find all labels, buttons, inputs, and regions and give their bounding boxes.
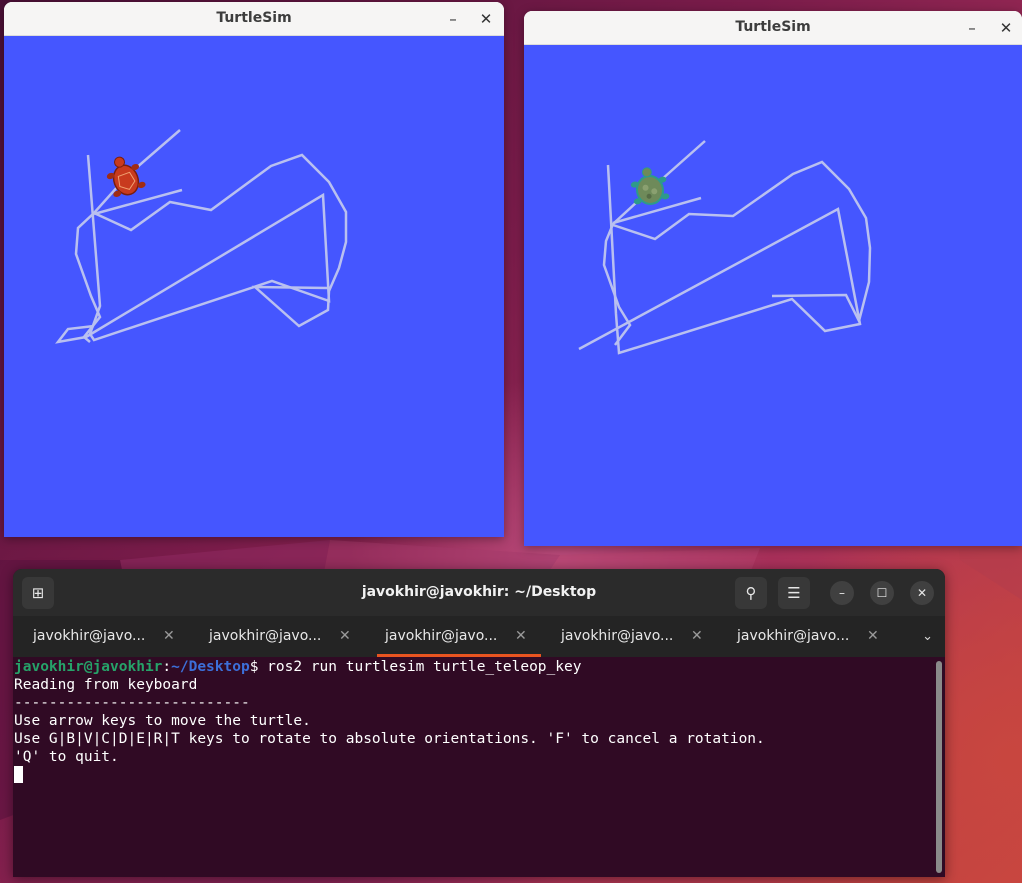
tab-label: javokhir@javo... xyxy=(209,628,322,644)
output-line: --------------------------- xyxy=(14,695,250,711)
tab-close-icon[interactable]: ✕ xyxy=(163,616,175,657)
text-cursor xyxy=(14,766,23,783)
close-icon: ✕ xyxy=(916,586,928,600)
terminal-headerbar[interactable]: ⊞ javokhir@javokhir: ~/Desktop ⚲ ☰ – ☐ ✕ xyxy=(13,569,945,616)
maximize-button[interactable]: ☐ xyxy=(870,581,894,605)
prompt-command: ros2 run turtlesim turtle_teleop_key xyxy=(258,659,582,675)
close-icon[interactable]: ✕ xyxy=(475,8,497,30)
turtle-canvas-svg xyxy=(55,129,348,344)
tab-label: javokhir@javo... xyxy=(385,628,498,644)
terminal-tab[interactable]: javokhir@javo... ✕ xyxy=(717,616,893,657)
turtle-canvas-svg xyxy=(578,140,872,355)
prompt-line: javokhir@javokhir:~/Desktop$ ros2 run tu… xyxy=(14,658,581,676)
window-title: TurtleSim xyxy=(735,19,811,35)
chevron-down-icon[interactable]: ⌄ xyxy=(922,616,933,657)
minimize-button[interactable]: – xyxy=(830,581,854,605)
terminal-tab[interactable]: javokhir@javo... ✕ xyxy=(189,616,365,657)
output-line: 'Q' to quit. xyxy=(14,749,119,765)
tab-close-icon[interactable]: ✕ xyxy=(339,616,351,657)
minimize-icon[interactable]: – xyxy=(442,8,464,30)
turtle-icon xyxy=(106,156,146,197)
prompt-user-host: javokhir@javokhir xyxy=(14,659,163,675)
hamburger-menu-icon: ☰ xyxy=(787,584,801,602)
tab-label: javokhir@javo... xyxy=(737,628,850,644)
turtlesim-window-2[interactable]: TurtleSim – ✕ xyxy=(524,11,1022,546)
turtle-canvas xyxy=(524,45,1022,546)
output-line: Use G|B|V|C|D|E|R|T keys to rotate to ab… xyxy=(14,731,765,747)
terminal-tab[interactable]: javokhir@javo... ✕ xyxy=(13,616,189,657)
turtle-trail xyxy=(74,129,181,343)
tab-label: javokhir@javo... xyxy=(561,628,674,644)
turtle-trail xyxy=(578,164,862,355)
prompt-path: ~/Desktop xyxy=(171,659,250,675)
window-titlebar[interactable]: TurtleSim – ✕ xyxy=(4,2,504,36)
tab-close-icon[interactable]: ✕ xyxy=(691,616,703,657)
menu-button[interactable]: ☰ xyxy=(778,577,810,609)
terminal-window[interactable]: ⊞ javokhir@javokhir: ~/Desktop ⚲ ☰ – ☐ ✕… xyxy=(13,569,945,877)
close-icon[interactable]: ✕ xyxy=(995,17,1017,39)
terminal-tab-bar: javokhir@javo... ✕ javokhir@javo... ✕ ja… xyxy=(13,616,945,657)
search-button[interactable]: ⚲ xyxy=(735,577,767,609)
terminal-tab[interactable]: javokhir@javo... ✕ xyxy=(541,616,717,657)
window-title: TurtleSim xyxy=(216,10,292,26)
minimize-icon: – xyxy=(839,586,845,600)
terminal-output[interactable]: javokhir@javokhir:~/Desktop$ ros2 run tu… xyxy=(13,657,945,877)
minimize-icon[interactable]: – xyxy=(961,17,983,39)
output-line: Use arrow keys to move the turtle. xyxy=(14,713,311,729)
window-titlebar[interactable]: TurtleSim – ✕ xyxy=(524,11,1022,45)
search-icon: ⚲ xyxy=(745,584,757,602)
turtle-canvas xyxy=(4,36,504,537)
maximize-icon: ☐ xyxy=(876,586,888,600)
turtle-trail xyxy=(602,140,706,346)
tab-label: javokhir@javo... xyxy=(33,628,146,644)
prompt-separator: : xyxy=(162,659,172,675)
terminal-tab-active[interactable]: javokhir@javo... ✕ xyxy=(365,616,541,657)
close-button[interactable]: ✕ xyxy=(910,581,934,605)
turtle-icon xyxy=(630,167,670,205)
tab-close-icon[interactable]: ✕ xyxy=(515,616,527,657)
terminal-scrollbar[interactable] xyxy=(936,661,942,873)
output-line: Reading from keyboard xyxy=(14,677,198,693)
turtlesim-window-1[interactable]: TurtleSim – ✕ xyxy=(4,2,504,537)
tab-close-icon[interactable]: ✕ xyxy=(867,616,879,657)
